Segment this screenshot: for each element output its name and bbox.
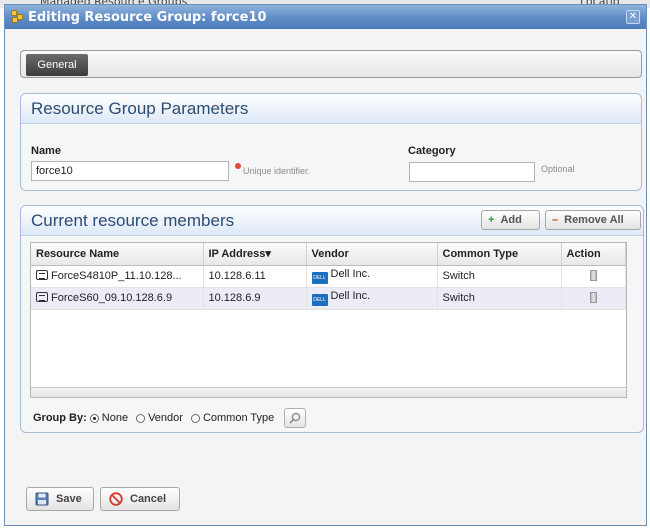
category-label: Category (408, 145, 456, 157)
resource-name: ForceS60_09.10.128.6.9 (51, 292, 173, 304)
table-footer-bar (31, 387, 626, 397)
panel-title: Resource Group Parameters (21, 94, 641, 124)
save-icon (35, 492, 49, 506)
ip-address: 10.128.6.11 (203, 265, 307, 288)
cancel-button[interactable]: Cancel (100, 487, 180, 511)
name-input[interactable]: force10 (31, 161, 229, 181)
delete-icon[interactable] (589, 292, 597, 303)
radio-icon (136, 413, 146, 423)
network-device-icon (36, 270, 48, 280)
save-button[interactable]: Save (26, 487, 94, 511)
common-type: Switch (437, 287, 562, 310)
dialog-title-bar[interactable]: Editing Resource Group: force10 ✕ (5, 5, 646, 29)
name-label: Name (31, 145, 61, 157)
current-resource-members-panel: Current resource members + Add – Remove … (20, 205, 644, 433)
group-by-none-radio[interactable]: None (89, 412, 129, 424)
vendor: Dell Inc. (330, 290, 371, 302)
ip-address: 10.128.6.9 (203, 287, 307, 310)
category-input[interactable] (409, 162, 535, 182)
save-button-label: Save (56, 493, 82, 505)
radio-label: None (101, 412, 129, 424)
network-device-icon (36, 292, 48, 302)
search-button[interactable] (284, 408, 307, 428)
add-button-label: Add (500, 214, 522, 226)
resource-group-icon (11, 10, 25, 24)
group-by-common-type-radio[interactable]: Common Type (190, 412, 275, 424)
column-header-ip-address[interactable]: IP Address▾ (203, 243, 307, 266)
delete-icon[interactable] (589, 270, 597, 281)
add-button[interactable]: + Add (481, 210, 540, 230)
cancel-button-label: Cancel (130, 493, 167, 505)
category-hint: Optional (541, 164, 575, 174)
group-by-vendor-radio[interactable]: Vendor (136, 412, 183, 424)
radio-selected-icon (89, 413, 99, 423)
remove-all-button-label: Remove All (564, 214, 624, 226)
search-icon (289, 412, 301, 424)
radio-label: Vendor (148, 412, 183, 424)
radio-label: Common Type (202, 412, 275, 424)
remove-icon: – (552, 214, 559, 226)
resource-group-parameters-panel: Resource Group Parameters Name force10 U… (20, 93, 642, 191)
column-header-common-type[interactable]: Common Type (437, 243, 562, 266)
dell-logo-icon: DELL (311, 272, 328, 284)
members-table: Resource Name IP Address▾ Vendor Common … (30, 242, 627, 398)
column-header-resource-name[interactable]: Resource Name (31, 243, 204, 266)
required-indicator-icon (235, 163, 241, 169)
table-row[interactable]: ForceS60_09.10.128.6.9 10.128.6.9 DELL De… (31, 287, 626, 310)
remove-all-button[interactable]: – Remove All (545, 210, 641, 230)
dialog-title: Editing Resource Group: force10 (28, 9, 267, 25)
column-header-action[interactable]: Action (561, 243, 626, 266)
group-by-bar: Group By: None Vendor Common Type (33, 408, 307, 428)
close-icon[interactable]: ✕ (626, 10, 640, 24)
name-hint: Unique identifier. (243, 166, 311, 176)
column-header-vendor[interactable]: Vendor (306, 243, 438, 266)
cancel-icon (109, 492, 123, 506)
tab-general[interactable]: General (26, 54, 88, 76)
resource-name: ForceS4810P_11.10.128... (51, 270, 182, 282)
group-by-label: Group By: (33, 412, 87, 424)
common-type: Switch (437, 265, 562, 288)
radio-icon (190, 413, 200, 423)
tab-bar: General (20, 50, 642, 78)
vendor: Dell Inc. (330, 268, 371, 280)
table-row[interactable]: ForceS4810P_11.10.128... 10.128.6.11 DEL… (31, 265, 626, 288)
dell-logo-icon: DELL (311, 294, 328, 306)
add-icon: + (488, 214, 495, 226)
